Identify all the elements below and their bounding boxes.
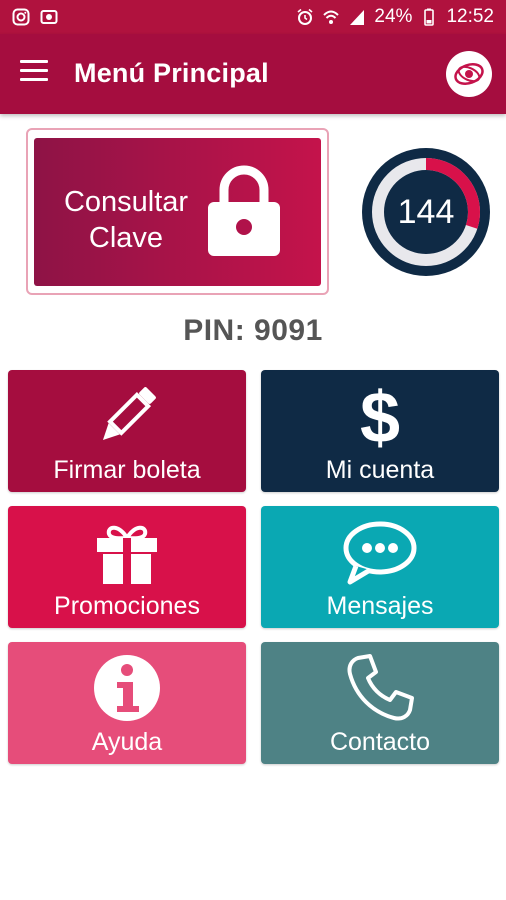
consultar-clave-card[interactable]: Consultar Clave	[26, 128, 329, 295]
signal-icon	[350, 10, 365, 25]
camera-icon	[40, 10, 58, 24]
chat-icon	[343, 521, 417, 585]
tile-label: Firmar boleta	[53, 456, 201, 484]
tile-label: Mensajes	[326, 592, 434, 620]
battery-percent: 24%	[374, 6, 413, 27]
contacto-button[interactable]: Contacto	[261, 642, 499, 764]
clock: 12:52	[446, 6, 494, 27]
page-title: Menú Principal	[74, 58, 269, 88]
counter-value: 144	[397, 192, 455, 231]
battery-icon	[424, 8, 435, 26]
instagram-icon	[12, 8, 30, 26]
dollar-icon: $	[360, 380, 400, 452]
pin-text: PIN: 9091	[183, 314, 323, 347]
phone-icon	[347, 654, 414, 721]
ayuda-button[interactable]: Ayuda	[8, 642, 246, 764]
app-bar: Menú Principal	[0, 34, 506, 114]
alarm-icon	[297, 8, 313, 25]
menu-icon[interactable]	[20, 60, 48, 84]
mi-cuenta-button[interactable]: $ Mi cuenta	[261, 370, 499, 492]
pencil-icon	[102, 387, 156, 441]
wifi-icon	[323, 10, 340, 24]
tile-label: Mi cuenta	[325, 456, 435, 484]
lock-icon	[208, 165, 280, 256]
mensajes-button[interactable]: Mensajes	[261, 506, 499, 628]
tile-label: Promociones	[54, 592, 200, 620]
logo[interactable]	[446, 51, 492, 97]
consultar-clave-button[interactable]: Consultar Clave	[34, 138, 321, 286]
info-icon	[94, 655, 160, 721]
clave-counter: 144	[362, 148, 490, 276]
status-bar: 24% 12:52	[0, 0, 506, 34]
consultar-clave-label: Consultar Clave	[63, 186, 189, 254]
tile-label: Ayuda	[91, 728, 163, 756]
promociones-button[interactable]: Promociones	[8, 506, 246, 628]
firmar-boleta-button[interactable]: Firmar boleta	[8, 370, 246, 492]
brand-logo-icon	[454, 63, 484, 85]
tile-label: Contacto	[329, 728, 431, 756]
svg-text:$: $	[360, 380, 400, 452]
gift-icon	[97, 525, 157, 584]
